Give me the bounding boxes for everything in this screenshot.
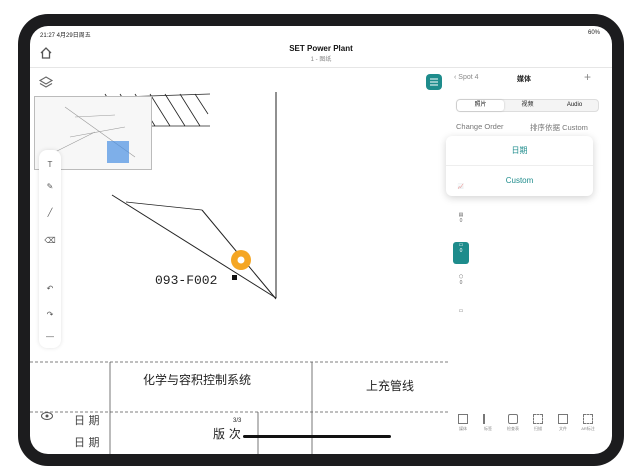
map-icon[interactable]: ▤ 0 [453,212,469,234]
page-subtitle: 1 - 图纸 [310,57,332,63]
line-tool-icon[interactable]: ╱ [43,206,57,220]
add-icon[interactable]: + [584,70,591,84]
drawing-tag: 093-F002 [155,273,217,288]
panel-title: 媒体 [517,76,531,83]
header: SET Power Plant 1 - 图纸 [30,40,612,68]
change-order-label[interactable]: Change Order [456,122,504,131]
status-time: 21:27 4月29日周五 [40,33,91,39]
layers-icon[interactable] [38,74,54,90]
right-toolbar: 📈 ▤ 0 ▭ 0 ⬡ 0 ▭ [450,184,472,334]
pen-tool-icon[interactable]: ✎ [43,180,57,194]
back-label: Spot 4 [458,74,479,81]
page-title: SET Power Plant [289,44,353,53]
list-icon [430,78,438,86]
folder-icon[interactable]: ▭ [453,308,469,330]
sort-by-button[interactable]: 排序依据 Custom [530,122,588,133]
media-type-tabs: 照片 视频 Audio [456,99,599,112]
back-button[interactable]: ‹ Spot 4 [454,74,479,81]
panel-toggle-button[interactable] [426,74,442,90]
table-left-2: 日 期 [74,436,100,449]
media-tool[interactable]: 媒体 [452,410,474,438]
ar-tool[interactable]: AR标注 [577,410,599,438]
chart-icon[interactable]: 📈 [453,184,469,206]
table-text-1: 化学与容积控制系统 [143,372,251,387]
status-bar: 21:27 4月29日周五 60% [30,26,612,40]
tag-tool[interactable]: 标签 [477,410,499,438]
tab-photos[interactable]: 照片 [457,100,504,111]
table-left-1: 日 期 [74,414,100,427]
eye-icon[interactable] [40,409,54,423]
bottom-toolbar: 媒体 标签 检查表 扫描 文件 AR标注 [450,410,612,438]
text-tool-icon[interactable]: T [43,158,57,172]
page-indicator: 3/3 [233,418,242,424]
tab-audio[interactable]: Audio [551,100,598,111]
sort-option-date[interactable]: 日期 [446,136,593,166]
table-text-3: 版 次 [213,427,241,441]
app-screen: 21:27 4月29日周五 60% SET Power Plant 1 - 图纸 [30,26,612,454]
file-tool[interactable]: 文件 [552,410,574,438]
drawing-toolbar: T ✎ ╱ ⌫ ↶ ↷ — [39,150,61,348]
undo-icon[interactable]: ↶ [43,282,57,296]
home-indicator [243,435,391,438]
redo-icon[interactable]: ↷ [43,308,57,322]
sheet-icon[interactable]: ▭ 0 [453,242,469,264]
scan-tool[interactable]: 扫描 [527,410,549,438]
minus-icon[interactable]: — [43,330,57,344]
table-text-2: 上充管线 [366,378,414,393]
eraser-icon[interactable]: ⌫ [43,234,57,248]
cube-icon[interactable]: ⬡ 0 [453,274,469,296]
battery-label: 60% [587,30,600,36]
checklist-tool[interactable]: 检查表 [502,410,524,438]
tab-videos[interactable]: 视频 [504,100,551,111]
